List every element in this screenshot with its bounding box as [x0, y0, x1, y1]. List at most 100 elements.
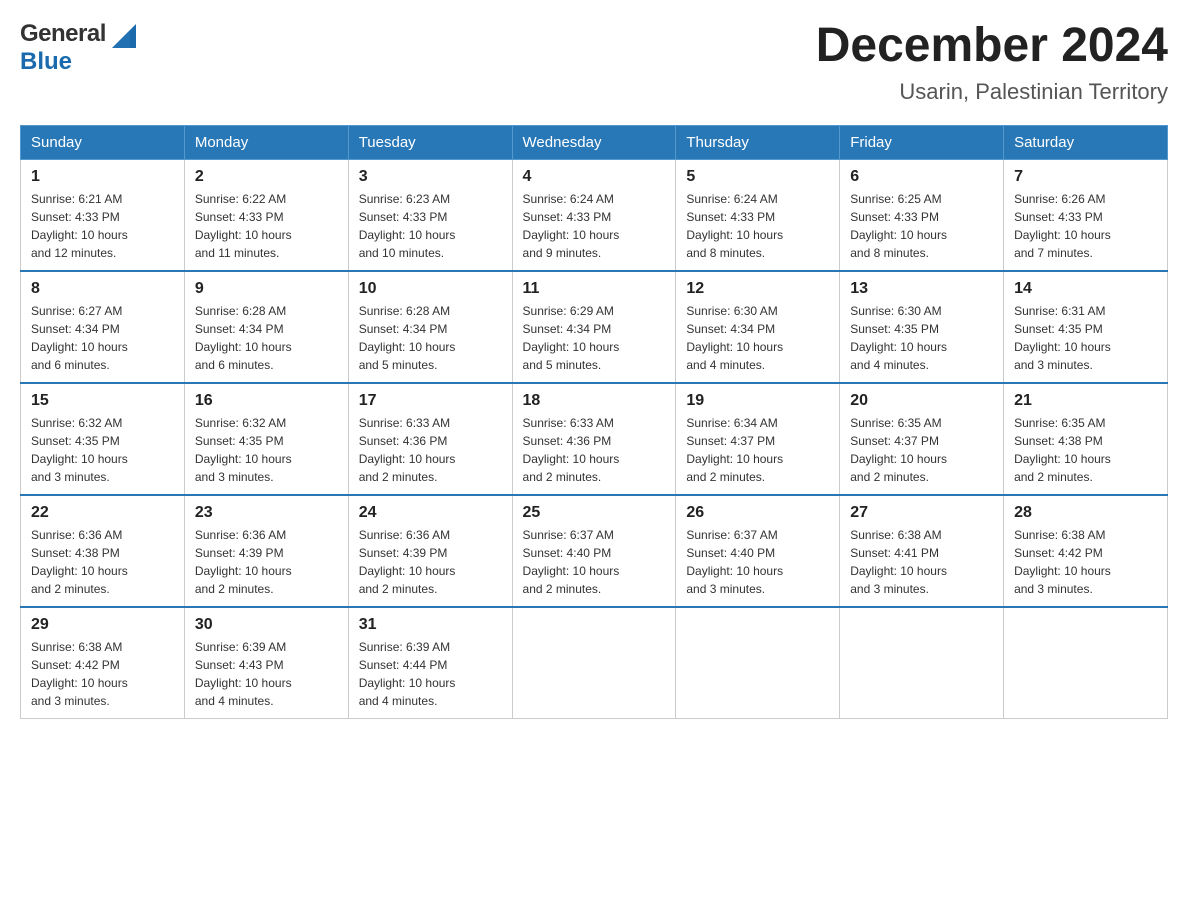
- day-number: 23: [195, 504, 338, 522]
- calendar-cell: 14 Sunrise: 6:31 AM Sunset: 4:35 PM Dayl…: [1004, 271, 1168, 383]
- day-info: Sunrise: 6:32 AM Sunset: 4:35 PM Dayligh…: [31, 414, 174, 486]
- calendar-cell: 30 Sunrise: 6:39 AM Sunset: 4:43 PM Dayl…: [184, 607, 348, 719]
- column-header-thursday: Thursday: [676, 125, 840, 159]
- day-info: Sunrise: 6:39 AM Sunset: 4:44 PM Dayligh…: [359, 638, 502, 710]
- calendar-header-row: SundayMondayTuesdayWednesdayThursdayFrid…: [21, 125, 1168, 159]
- day-number: 18: [523, 392, 666, 410]
- calendar-cell: 26 Sunrise: 6:37 AM Sunset: 4:40 PM Dayl…: [676, 495, 840, 607]
- day-number: 26: [686, 504, 829, 522]
- day-number: 22: [31, 504, 174, 522]
- title-section: December 2024 Usarin, Palestinian Territ…: [816, 20, 1168, 105]
- day-number: 15: [31, 392, 174, 410]
- day-info: Sunrise: 6:24 AM Sunset: 4:33 PM Dayligh…: [523, 190, 666, 262]
- week-row-2: 8 Sunrise: 6:27 AM Sunset: 4:34 PM Dayli…: [21, 271, 1168, 383]
- calendar-cell: 3 Sunrise: 6:23 AM Sunset: 4:33 PM Dayli…: [348, 159, 512, 271]
- day-number: 16: [195, 392, 338, 410]
- logo-blue-text: Blue: [20, 48, 72, 75]
- calendar-cell: 6 Sunrise: 6:25 AM Sunset: 4:33 PM Dayli…: [840, 159, 1004, 271]
- day-info: Sunrise: 6:38 AM Sunset: 4:41 PM Dayligh…: [850, 526, 993, 598]
- day-info: Sunrise: 6:37 AM Sunset: 4:40 PM Dayligh…: [523, 526, 666, 598]
- day-number: 19: [686, 392, 829, 410]
- column-header-tuesday: Tuesday: [348, 125, 512, 159]
- logo-general-text: General: [20, 20, 106, 48]
- calendar-title: December 2024: [816, 20, 1168, 73]
- calendar-cell: 2 Sunrise: 6:22 AM Sunset: 4:33 PM Dayli…: [184, 159, 348, 271]
- day-number: 13: [850, 280, 993, 298]
- day-number: 28: [1014, 504, 1157, 522]
- day-info: Sunrise: 6:36 AM Sunset: 4:39 PM Dayligh…: [359, 526, 502, 598]
- day-info: Sunrise: 6:26 AM Sunset: 4:33 PM Dayligh…: [1014, 190, 1157, 262]
- calendar-cell: 22 Sunrise: 6:36 AM Sunset: 4:38 PM Dayl…: [21, 495, 185, 607]
- calendar-cell: 19 Sunrise: 6:34 AM Sunset: 4:37 PM Dayl…: [676, 383, 840, 495]
- day-info: Sunrise: 6:30 AM Sunset: 4:34 PM Dayligh…: [686, 302, 829, 374]
- calendar-cell: 9 Sunrise: 6:28 AM Sunset: 4:34 PM Dayli…: [184, 271, 348, 383]
- calendar-cell: 23 Sunrise: 6:36 AM Sunset: 4:39 PM Dayl…: [184, 495, 348, 607]
- calendar-cell: 29 Sunrise: 6:38 AM Sunset: 4:42 PM Dayl…: [21, 607, 185, 719]
- calendar-cell: 20 Sunrise: 6:35 AM Sunset: 4:37 PM Dayl…: [840, 383, 1004, 495]
- day-info: Sunrise: 6:24 AM Sunset: 4:33 PM Dayligh…: [686, 190, 829, 262]
- day-info: Sunrise: 6:36 AM Sunset: 4:39 PM Dayligh…: [195, 526, 338, 598]
- day-number: 20: [850, 392, 993, 410]
- calendar-cell: 18 Sunrise: 6:33 AM Sunset: 4:36 PM Dayl…: [512, 383, 676, 495]
- day-info: Sunrise: 6:31 AM Sunset: 4:35 PM Dayligh…: [1014, 302, 1157, 374]
- day-number: 5: [686, 168, 829, 186]
- day-number: 14: [1014, 280, 1157, 298]
- day-info: Sunrise: 6:39 AM Sunset: 4:43 PM Dayligh…: [195, 638, 338, 710]
- day-info: Sunrise: 6:21 AM Sunset: 4:33 PM Dayligh…: [31, 190, 174, 262]
- calendar-table: SundayMondayTuesdayWednesdayThursdayFrid…: [20, 125, 1168, 719]
- calendar-cell: 13 Sunrise: 6:30 AM Sunset: 4:35 PM Dayl…: [840, 271, 1004, 383]
- day-number: 24: [359, 504, 502, 522]
- day-number: 25: [523, 504, 666, 522]
- calendar-cell: 24 Sunrise: 6:36 AM Sunset: 4:39 PM Dayl…: [348, 495, 512, 607]
- calendar-cell: 17 Sunrise: 6:33 AM Sunset: 4:36 PM Dayl…: [348, 383, 512, 495]
- day-number: 12: [686, 280, 829, 298]
- day-number: 1: [31, 168, 174, 186]
- week-row-3: 15 Sunrise: 6:32 AM Sunset: 4:35 PM Dayl…: [21, 383, 1168, 495]
- calendar-cell: 12 Sunrise: 6:30 AM Sunset: 4:34 PM Dayl…: [676, 271, 840, 383]
- calendar-cell: 25 Sunrise: 6:37 AM Sunset: 4:40 PM Dayl…: [512, 495, 676, 607]
- day-number: 6: [850, 168, 993, 186]
- day-number: 10: [359, 280, 502, 298]
- day-info: Sunrise: 6:28 AM Sunset: 4:34 PM Dayligh…: [359, 302, 502, 374]
- column-header-wednesday: Wednesday: [512, 125, 676, 159]
- day-number: 17: [359, 392, 502, 410]
- calendar-cell: [840, 607, 1004, 719]
- calendar-cell: 4 Sunrise: 6:24 AM Sunset: 4:33 PM Dayli…: [512, 159, 676, 271]
- day-info: Sunrise: 6:25 AM Sunset: 4:33 PM Dayligh…: [850, 190, 993, 262]
- day-number: 27: [850, 504, 993, 522]
- day-number: 8: [31, 280, 174, 298]
- column-header-saturday: Saturday: [1004, 125, 1168, 159]
- day-info: Sunrise: 6:32 AM Sunset: 4:35 PM Dayligh…: [195, 414, 338, 486]
- day-info: Sunrise: 6:22 AM Sunset: 4:33 PM Dayligh…: [195, 190, 338, 262]
- day-info: Sunrise: 6:30 AM Sunset: 4:35 PM Dayligh…: [850, 302, 993, 374]
- calendar-cell: 16 Sunrise: 6:32 AM Sunset: 4:35 PM Dayl…: [184, 383, 348, 495]
- logo: General Blue: [20, 20, 136, 76]
- day-number: 30: [195, 616, 338, 634]
- week-row-4: 22 Sunrise: 6:36 AM Sunset: 4:38 PM Dayl…: [21, 495, 1168, 607]
- calendar-cell: [676, 607, 840, 719]
- calendar-cell: [1004, 607, 1168, 719]
- day-number: 9: [195, 280, 338, 298]
- calendar-cell: 31 Sunrise: 6:39 AM Sunset: 4:44 PM Dayl…: [348, 607, 512, 719]
- calendar-cell: 8 Sunrise: 6:27 AM Sunset: 4:34 PM Dayli…: [21, 271, 185, 383]
- day-info: Sunrise: 6:38 AM Sunset: 4:42 PM Dayligh…: [1014, 526, 1157, 598]
- day-info: Sunrise: 6:35 AM Sunset: 4:38 PM Dayligh…: [1014, 414, 1157, 486]
- calendar-cell: 11 Sunrise: 6:29 AM Sunset: 4:34 PM Dayl…: [512, 271, 676, 383]
- column-header-sunday: Sunday: [21, 125, 185, 159]
- day-info: Sunrise: 6:33 AM Sunset: 4:36 PM Dayligh…: [359, 414, 502, 486]
- calendar-cell: 15 Sunrise: 6:32 AM Sunset: 4:35 PM Dayl…: [21, 383, 185, 495]
- day-info: Sunrise: 6:37 AM Sunset: 4:40 PM Dayligh…: [686, 526, 829, 598]
- day-info: Sunrise: 6:27 AM Sunset: 4:34 PM Dayligh…: [31, 302, 174, 374]
- calendar-subtitle: Usarin, Palestinian Territory: [816, 79, 1168, 105]
- day-info: Sunrise: 6:33 AM Sunset: 4:36 PM Dayligh…: [523, 414, 666, 486]
- day-info: Sunrise: 6:35 AM Sunset: 4:37 PM Dayligh…: [850, 414, 993, 486]
- day-number: 21: [1014, 392, 1157, 410]
- calendar-cell: [512, 607, 676, 719]
- calendar-cell: 10 Sunrise: 6:28 AM Sunset: 4:34 PM Dayl…: [348, 271, 512, 383]
- column-header-monday: Monday: [184, 125, 348, 159]
- calendar-cell: 7 Sunrise: 6:26 AM Sunset: 4:33 PM Dayli…: [1004, 159, 1168, 271]
- calendar-cell: 28 Sunrise: 6:38 AM Sunset: 4:42 PM Dayl…: [1004, 495, 1168, 607]
- day-number: 11: [523, 280, 666, 298]
- day-info: Sunrise: 6:29 AM Sunset: 4:34 PM Dayligh…: [523, 302, 666, 374]
- day-number: 2: [195, 168, 338, 186]
